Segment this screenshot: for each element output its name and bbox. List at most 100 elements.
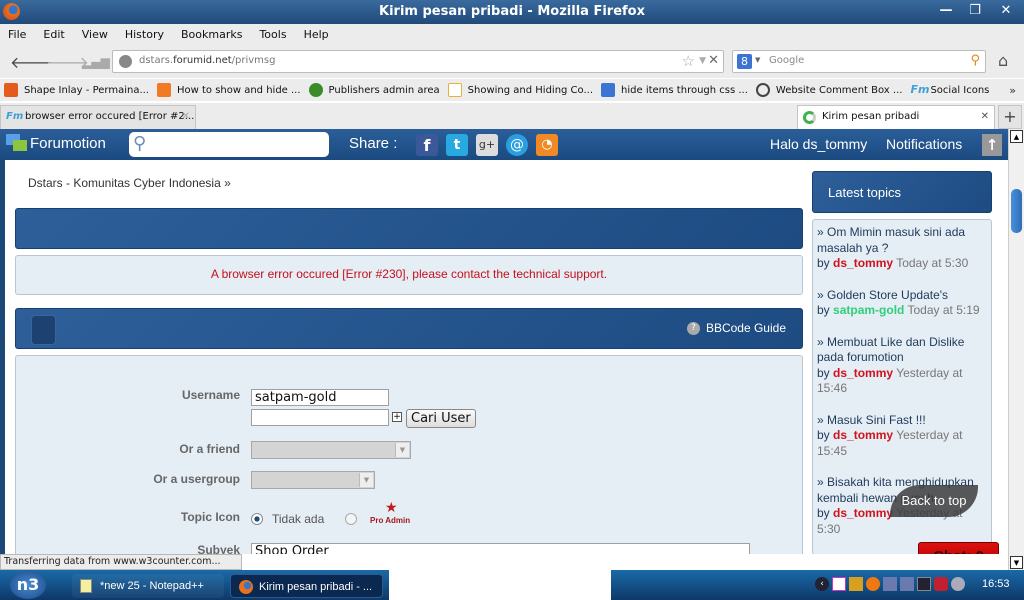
taskbar-blank-area — [389, 570, 611, 600]
loading-icon — [803, 111, 816, 124]
chevron-down-icon: ▼ — [359, 473, 373, 487]
greeting-link[interactable]: Halo ds_tommy — [770, 136, 867, 152]
topic-author[interactable]: ds_tommy — [833, 506, 893, 520]
scroll-thumb[interactable] — [1011, 189, 1022, 233]
breadcrumb[interactable]: Dstars - Komunitas Cyber Indonesia » — [28, 176, 231, 190]
bookmarks-toolbar: Shape Inlay - Permaina... How to show an… — [0, 79, 1024, 101]
topic-time: Today at 5:30 — [896, 256, 969, 270]
friend-label: Or a friend — [179, 442, 240, 456]
expand-icon[interactable]: + — [392, 412, 402, 422]
topic-author[interactable]: ds_tommy — [833, 256, 893, 270]
home-icon[interactable]: ⌂ — [998, 51, 1008, 70]
close-tab-icon[interactable]: ✕ — [981, 106, 989, 128]
usergroup-select[interactable]: ▼ — [251, 471, 375, 489]
bookmark-item[interactable]: hide items through css ... — [601, 83, 748, 97]
search-icon[interactable]: ⚲ — [133, 133, 146, 154]
email-icon[interactable]: @ — [506, 134, 528, 156]
signal-icon: ▂▄▆ — [82, 55, 110, 69]
username-extra-input[interactable] — [251, 409, 389, 426]
bookmark-item[interactable]: Fm Social Icons — [910, 83, 989, 97]
menu-help[interactable]: Help — [304, 28, 329, 41]
rss-icon[interactable]: ◔ — [536, 134, 558, 156]
scroll-up-icon[interactable]: ▲ — [1010, 130, 1023, 143]
topic-time: Today at 5:19 — [907, 303, 980, 317]
taskbar-item-firefox[interactable]: Kirim pesan pribadi - ... — [230, 574, 383, 598]
adsense-icon — [308, 83, 323, 97]
topic-author[interactable]: satpam-gold — [833, 303, 904, 317]
friend-select[interactable]: ▼ — [251, 441, 411, 459]
bookmarks-overflow-icon[interactable]: » — [1009, 84, 1016, 97]
bookmark-item[interactable]: How to show and hide ... — [156, 83, 301, 97]
search-bar[interactable]: 8 ▼ Google ⚲ — [732, 50, 986, 73]
tab-error[interactable]: Fm browser error occured [Error #2... ✕ — [0, 105, 196, 129]
dropdown-icon[interactable]: ▼ — [699, 56, 706, 66]
close-button[interactable]: ✕ — [993, 0, 1019, 24]
facebook-icon[interactable]: f — [416, 134, 438, 156]
search-user-button[interactable]: Cari User — [406, 409, 476, 428]
tray-collapse-icon[interactable]: ‹ — [815, 577, 829, 591]
menu-history[interactable]: History — [125, 28, 164, 41]
start-menu-button[interactable]: n3 — [10, 571, 46, 599]
arrow-up-icon[interactable]: ↑ — [982, 134, 1002, 156]
tray-orange-icon[interactable] — [866, 577, 880, 591]
topic-link[interactable]: » Golden Store Update's — [817, 288, 987, 304]
tray-shield-icon[interactable] — [934, 577, 948, 591]
google-icon[interactable]: 8 — [737, 54, 752, 69]
forumotion-icon: Fm — [6, 111, 24, 122]
bookmark-item[interactable]: Publishers admin area — [308, 83, 440, 97]
chat-button[interactable]: Chat: 0 — [918, 542, 999, 554]
tray-network-icon[interactable] — [883, 577, 897, 591]
editor-tab-button[interactable] — [31, 315, 56, 345]
topic-link[interactable]: » Membuat Like dan Dislike pada forumoti… — [817, 335, 987, 366]
by-label: by — [817, 303, 830, 317]
topic-link[interactable]: » Masuk Sini Fast !!! — [817, 413, 987, 429]
new-tab-button[interactable]: + — [998, 105, 1022, 129]
bookmark-star-icon[interactable]: ☆ — [682, 52, 695, 70]
tray-volume-icon[interactable] — [951, 577, 965, 591]
tray-network-icon[interactable] — [900, 577, 914, 591]
forum-brand[interactable]: Forumotion — [30, 135, 106, 152]
bookmark-item[interactable]: Shape Inlay - Permaina... — [4, 83, 149, 97]
google-plus-icon[interactable]: g+ — [476, 134, 498, 156]
topic-author[interactable]: ds_tommy — [833, 428, 893, 442]
engine-dropdown-icon[interactable]: ▼ — [755, 56, 760, 64]
menu-view[interactable]: View — [82, 28, 108, 41]
topic-link[interactable]: » Om Mimin masuk sini ada masalah ya ? — [817, 225, 987, 256]
subject-input[interactable]: Shop Order — [251, 543, 750, 554]
forum-search-input[interactable]: ⚲ — [129, 132, 329, 157]
tray-app-icon[interactable] — [832, 577, 846, 591]
bookmark-item[interactable]: Showing and Hiding Co... — [447, 83, 593, 97]
topic-icon-proadmin-radio[interactable] — [345, 513, 357, 525]
bookmark-item[interactable]: Website Comment Box ... — [755, 83, 902, 97]
notepad-icon — [80, 579, 92, 593]
search-icon[interactable]: ⚲ — [970, 53, 980, 68]
notifications-link[interactable]: Notifications — [886, 136, 962, 152]
menu-tools[interactable]: Tools — [259, 28, 286, 41]
tray-users-icon[interactable] — [849, 577, 863, 591]
header-panel — [15, 208, 803, 249]
css-icon — [447, 83, 462, 97]
menu-bookmarks[interactable]: Bookmarks — [181, 28, 242, 41]
twitter-icon[interactable]: t — [446, 134, 468, 156]
tab-kirim-pesan[interactable]: Kirim pesan pribadi ✕ — [797, 105, 995, 129]
taskbar-item-notepad[interactable]: *new 25 - Notepad++ — [72, 574, 224, 598]
page-scrollbar[interactable]: ▲ ▼ — [1008, 129, 1024, 570]
topic-author[interactable]: ds_tommy — [833, 366, 893, 380]
minimize-button[interactable]: — — [933, 0, 959, 24]
topic-icon-none-label: Tidak ada — [272, 512, 325, 526]
forumotion-icon: Fm — [910, 83, 930, 96]
menu-file[interactable]: File — [8, 28, 26, 41]
restore-button[interactable]: ❐ — [962, 0, 988, 24]
close-tab-icon[interactable]: ✕ — [182, 106, 190, 128]
username-input[interactable]: satpam-gold — [251, 389, 389, 406]
tray-monitor-icon[interactable] — [917, 577, 931, 591]
firefox-icon — [3, 3, 20, 20]
url-bar[interactable]: dstars.forumid.net/privmsg ☆ ▼ ✕ — [112, 50, 724, 73]
comment-icon — [755, 83, 770, 97]
topic-icon-none-radio[interactable] — [251, 513, 263, 525]
menu-edit[interactable]: Edit — [43, 28, 64, 41]
stop-icon[interactable]: ✕ — [708, 53, 719, 68]
scroll-down-icon[interactable]: ▼ — [1010, 556, 1023, 569]
bbcode-guide-link[interactable]: BBCode Guide — [706, 321, 786, 335]
topic-item: » Golden Store Update's by satpam-gold T… — [817, 288, 987, 319]
